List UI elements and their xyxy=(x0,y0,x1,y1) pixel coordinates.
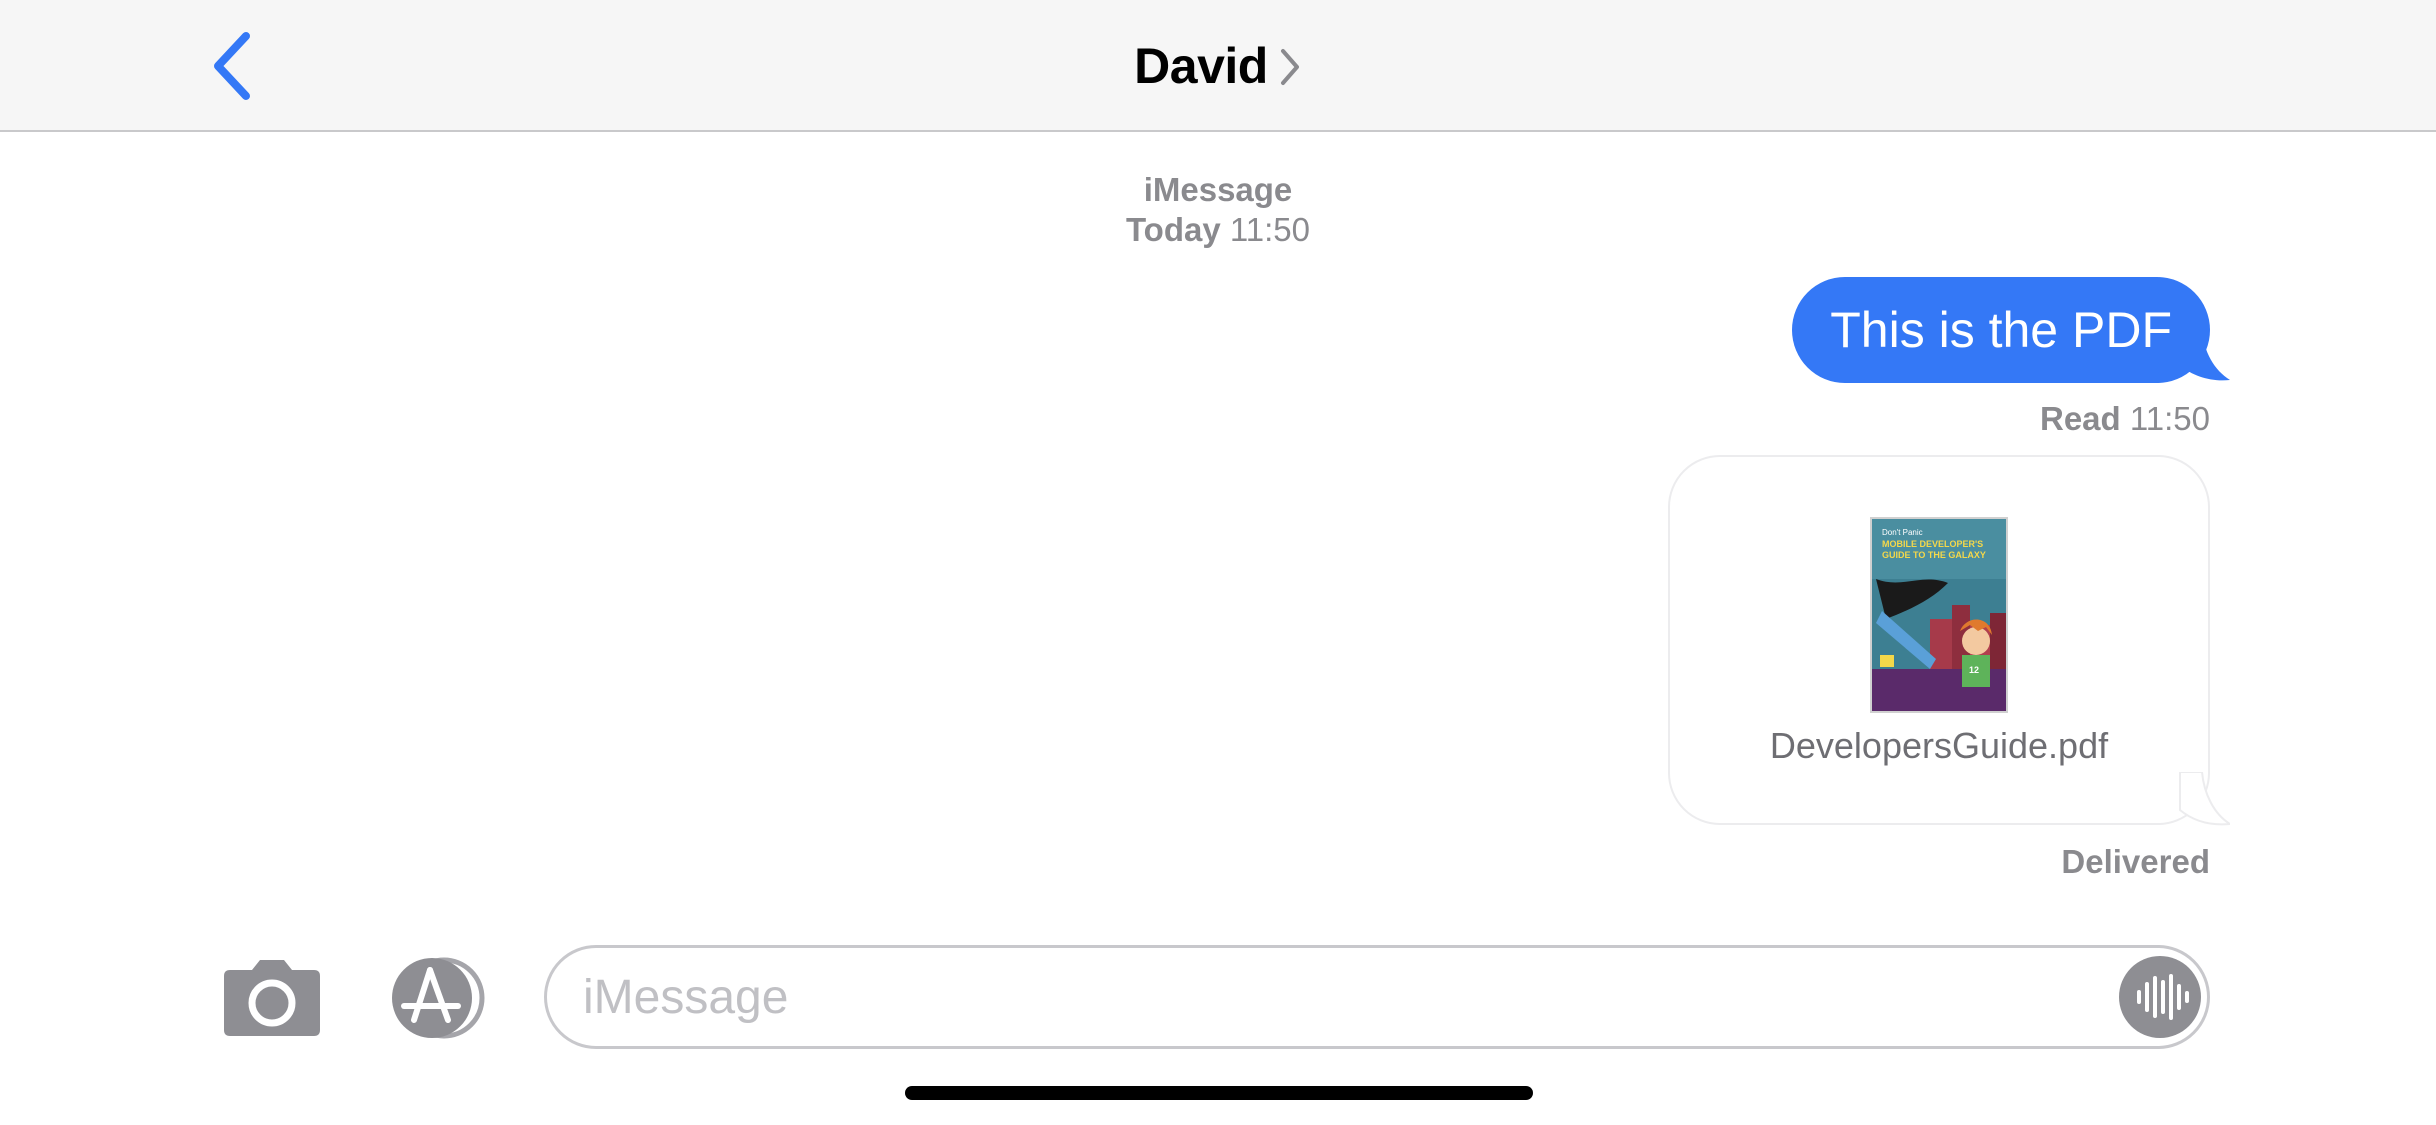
home-indicator[interactable] xyxy=(905,1086,1533,1100)
bubble-tail xyxy=(2180,330,2230,381)
delivered-status: Delivered xyxy=(2061,843,2210,880)
app-store-icon[interactable] xyxy=(382,956,492,1040)
attachment-file-name: DevelopersGuide.pdf xyxy=(1769,725,2109,766)
conversation-meta: iMessage Today 11:50 xyxy=(0,170,2436,250)
read-receipt: Read 11:50 xyxy=(2040,400,2210,438)
day-label: Today xyxy=(1125,211,1221,248)
cover-line-2: MOBILE DEVELOPER'S xyxy=(1882,539,1983,549)
time-label: 11:50 xyxy=(1229,211,1311,248)
chevron-right-icon[interactable] xyxy=(1278,47,1302,87)
messages-screen: David iMessage Today 11:50 This is the P… xyxy=(0,0,2436,1125)
message-bubble-outgoing[interactable]: This is the PDF xyxy=(1792,277,2210,383)
cover-line-1: Don't Panic xyxy=(1882,528,1923,537)
read-label: Read xyxy=(2039,400,2121,437)
read-time: 11:50 xyxy=(2129,400,2210,437)
contact-name[interactable]: David xyxy=(1134,37,1268,95)
cover-badge: 12 xyxy=(1969,665,1979,675)
pdf-thumbnail[interactable]: Don't Panic MOBILE DEVELOPER'S GUIDE TO … xyxy=(1870,517,2008,713)
contact-title[interactable]: David xyxy=(0,0,2436,132)
cover-line-3: GUIDE TO THE GALAXY xyxy=(1882,550,1986,560)
service-label: iMessage xyxy=(1143,171,1293,208)
book-cover-art: Don't Panic MOBILE DEVELOPER'S GUIDE TO … xyxy=(1872,519,2006,711)
bubble-tail xyxy=(2179,772,2230,826)
navigation-bar: David xyxy=(0,0,2436,132)
message-text: This is the PDF xyxy=(1830,302,2172,358)
audio-waveform-icon[interactable] xyxy=(2119,956,2201,1038)
message-input[interactable] xyxy=(583,948,2083,1046)
camera-icon[interactable] xyxy=(222,958,322,1038)
timestamp: Today 11:50 xyxy=(0,210,2436,250)
attachment-bubble[interactable]: Don't Panic MOBILE DEVELOPER'S GUIDE TO … xyxy=(1668,455,2210,825)
message-input-field[interactable] xyxy=(544,945,2210,1049)
